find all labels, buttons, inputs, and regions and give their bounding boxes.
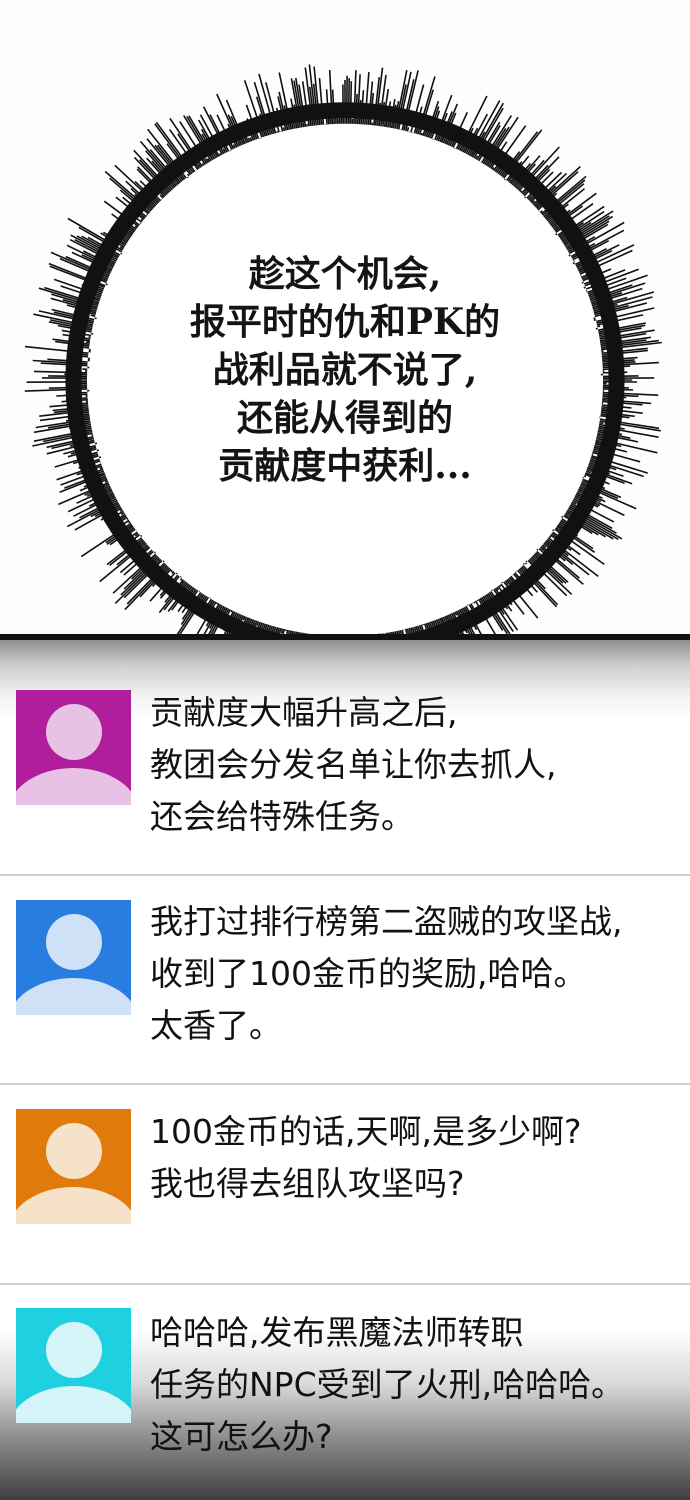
avatar-body: [16, 1187, 131, 1224]
thought-line: 还能从得到的: [236, 397, 453, 439]
post-divider: [0, 1283, 690, 1285]
user-avatar-icon: [16, 900, 131, 1015]
thought-line: 贡献度中获利...: [218, 445, 472, 487]
post-line: 太香了。: [150, 1006, 282, 1045]
post-line: 任务的NPC受到了火刑,哈哈哈。: [150, 1365, 625, 1404]
avatar-head: [46, 914, 102, 970]
avatar-body: [16, 978, 131, 1015]
thought-bubble-text: 趁这个机会, 报平时的仇和PK的 战利品就不说了, 还能从得到的 贡献度中获利.…: [150, 250, 540, 490]
post-line: 贡献度大幅升高之后,: [150, 693, 458, 732]
post-line: 哈哈哈,发布黑魔法师转职: [150, 1313, 524, 1352]
post-line: 收到了100金币的奖励,哈哈。: [150, 954, 587, 993]
post-line: 还会给特殊任务。: [150, 797, 414, 836]
avatar-body: [16, 1386, 131, 1423]
post-item: 100金币的话,天啊,是多少啊? 我也得去组队攻坚吗?: [0, 1092, 690, 1300]
post-item: 我打过排行榜第二盗贼的攻坚战, 收到了100金币的奖励,哈哈。 太香了。: [0, 882, 690, 1090]
thought-panel: 趁这个机会, 报平时的仇和PK的 战利品就不说了, 还能从得到的 贡献度中获利.…: [0, 0, 690, 640]
post-line: 100金币的话,天啊,是多少啊?: [150, 1112, 582, 1151]
post-item: 贡献度大幅升高之后, 教团会分发名单让你去抓人, 还会给特殊任务。: [0, 672, 690, 880]
post-divider: [0, 1083, 690, 1085]
user-avatar-icon: [16, 690, 131, 805]
post-text: 我打过排行榜第二盗贼的攻坚战, 收到了100金币的奖励,哈哈。 太香了。: [150, 896, 690, 1052]
post-feed: 贡献度大幅升高之后, 教团会分发名单让你去抓人, 还会给特殊任务。 我打过排行榜…: [0, 640, 690, 1500]
post-line: 我也得去组队攻坚吗?: [150, 1164, 465, 1203]
post-divider: [0, 874, 690, 876]
user-avatar-icon: [16, 1109, 131, 1224]
thought-line: 趁这个机会,: [248, 253, 442, 295]
post-item: 哈哈哈,发布黑魔法师转职 任务的NPC受到了火刑,哈哈哈。 这可怎么办?: [0, 1292, 690, 1500]
avatar-head: [46, 1123, 102, 1179]
post-text: 哈哈哈,发布黑魔法师转职 任务的NPC受到了火刑,哈哈哈。 这可怎么办?: [150, 1307, 690, 1463]
user-avatar-icon: [16, 1308, 131, 1423]
avatar-head: [46, 1322, 102, 1378]
post-line: 这可怎么办?: [150, 1417, 333, 1456]
avatar-body: [16, 768, 131, 805]
avatar-head: [46, 704, 102, 760]
post-line: 教团会分发名单让你去抓人,: [150, 745, 557, 784]
post-line: 我打过排行榜第二盗贼的攻坚战,: [150, 902, 623, 941]
thought-line: 报平时的仇和PK的: [189, 301, 501, 343]
post-text: 贡献度大幅升高之后, 教团会分发名单让你去抓人, 还会给特殊任务。: [150, 687, 690, 843]
post-text: 100金币的话,天啊,是多少啊? 我也得去组队攻坚吗?: [150, 1106, 690, 1210]
thought-line: 战利品就不说了,: [212, 349, 478, 391]
